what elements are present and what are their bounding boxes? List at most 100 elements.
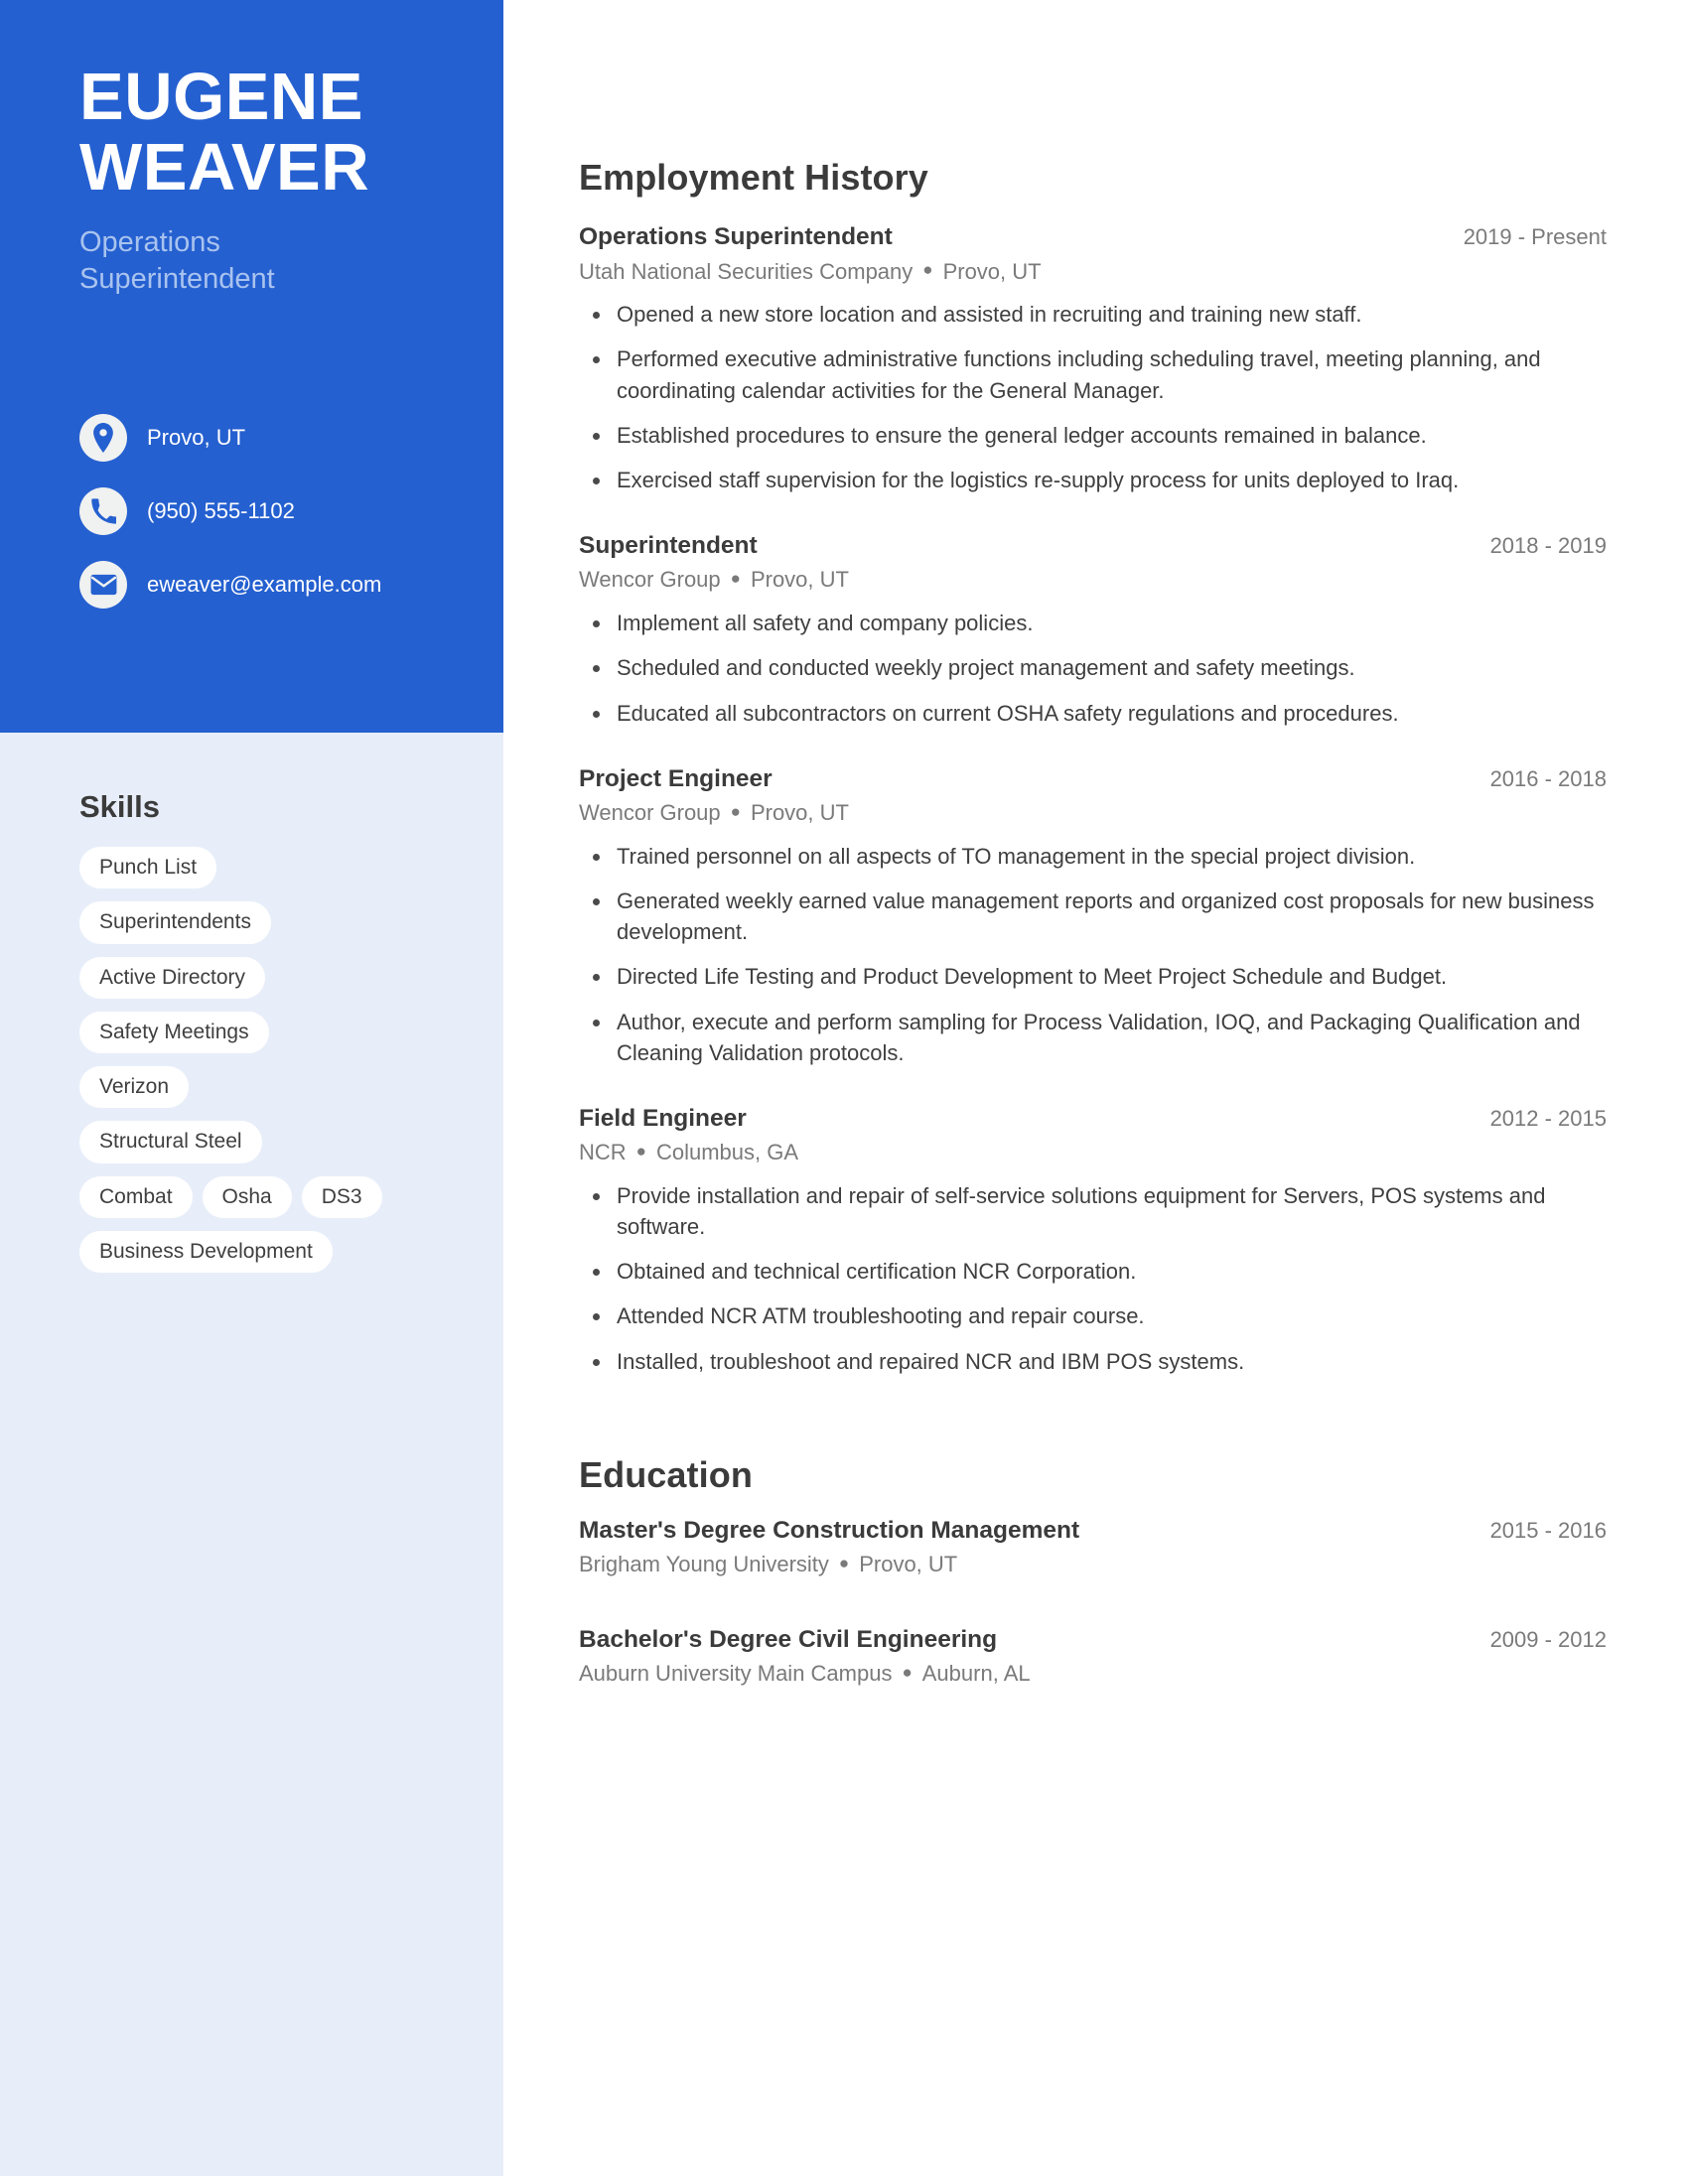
education-section: Education Master's Degree Construction M… <box>579 1454 1607 1689</box>
employment-entry-list: Operations Superintendent 2019 - Present U… <box>579 220 1607 1376</box>
education-entry: Bachelor's Degree Civil Engineering 2009 … <box>579 1623 1607 1689</box>
skill-row: Active Directory <box>79 956 487 999</box>
education-school-location: Brigham Young University ● Provo, UT <box>579 1550 1607 1579</box>
employment-location: Provo, UT <box>942 258 1042 284</box>
skill-chip[interactable]: Verizon <box>79 1066 190 1109</box>
envelope-icon <box>79 561 127 609</box>
skill-row: Punch List <box>79 847 487 889</box>
employment-bullet-list: Opened a new store location and assisted… <box>579 299 1607 495</box>
education-dates: 2015 - 2016 <box>1489 1518 1607 1544</box>
separator-dot-icon: ● <box>838 1554 850 1573</box>
employment-entry-header: Operations Superintendent 2019 - Present <box>579 220 1607 253</box>
skill-chip[interactable]: Active Directory <box>79 956 266 999</box>
employment-history-section: Employment History Operations Superinten… <box>579 157 1607 1377</box>
employment-entry: Field Engineer 2012 - 2015 NCR ● Columbus, G… <box>579 1102 1607 1377</box>
employment-bullet: Attended NCR ATM troubleshooting and rep… <box>579 1300 1607 1331</box>
employment-entry: Operations Superintendent 2019 - Present U… <box>579 220 1607 495</box>
contact-email[interactable]: eweaver@example.com <box>79 559 487 611</box>
employment-bullet: Established procedures to ensure the gen… <box>579 420 1607 451</box>
education-location: Auburn, AL <box>921 1661 1031 1687</box>
employment-company: Wencor Group <box>579 799 721 825</box>
employment-company-location: Wencor Group ● Provo, UT <box>579 565 1607 595</box>
separator-dot-icon: ● <box>922 260 933 280</box>
phone-icon <box>79 487 127 535</box>
employment-dates: 2012 - 2015 <box>1489 1106 1607 1131</box>
employment-location: Provo, UT <box>750 799 849 825</box>
separator-dot-icon: ● <box>902 1662 913 1682</box>
employment-entry: Superintendent 2018 - 2019 Wencor Group ● Pr… <box>579 529 1607 728</box>
skills-section: Skills Punch List Superintendents Active D… <box>79 789 487 1286</box>
employment-entry-header: Project Engineer 2016 - 2018 <box>579 762 1607 795</box>
employment-dates: 2018 - 2019 <box>1489 533 1607 559</box>
employment-bullet-list: Implement all safety and company policie… <box>579 608 1607 729</box>
contact-location-value: Provo, UT <box>147 424 246 450</box>
employment-company: NCR <box>579 1140 627 1165</box>
employment-bullet: Installed, troubleshoot and repaired NCR… <box>579 1346 1607 1377</box>
skill-row: Business Development <box>79 1230 487 1273</box>
education-degree: Bachelor's Degree Civil Engineering <box>579 1626 998 1654</box>
employment-dates: 2019 - Present <box>1463 224 1607 250</box>
last-name: WEAVER <box>79 130 370 205</box>
employment-bullet: Trained personnel on all aspects of TO m… <box>579 841 1607 872</box>
skill-row: Safety Meetings <box>79 1011 487 1053</box>
employment-bullet-list: Trained personnel on all aspects of TO m… <box>579 841 1607 1068</box>
skill-row: Structural Steel <box>79 1121 487 1163</box>
employment-bullet: Scheduled and conducted weekly project m… <box>579 652 1607 683</box>
education-degree: Master's Degree Construction Management <box>579 1517 1080 1545</box>
skill-chip[interactable]: Structural Steel <box>79 1121 262 1163</box>
first-name: EUGENE <box>79 60 363 134</box>
education-school: Auburn University Main Campus <box>579 1661 893 1687</box>
employment-bullet: Performed executive administrative funct… <box>579 343 1607 405</box>
skill-row: Superintendents <box>79 901 487 944</box>
education-school: Brigham Young University <box>579 1552 829 1577</box>
employment-dates: 2016 - 2018 <box>1489 765 1607 791</box>
contact-list: Provo, UT (950) 555-1102 eweaver@example… <box>79 412 487 632</box>
employment-company-location: NCR ● Columbus, GA <box>579 1138 1607 1167</box>
skill-chip-rows: Punch List Superintendents Active Director… <box>79 847 487 1273</box>
employment-bullet: Generated weekly earned value management… <box>579 886 1607 947</box>
employment-company-location: Utah National Securities Company ● Provo, … <box>579 257 1607 287</box>
education-entry-list: Master's Degree Construction Management 2… <box>579 1514 1607 1689</box>
skill-row: Verizon <box>79 1066 487 1109</box>
employment-bullet: Educated all subcontractors on current O… <box>579 698 1607 729</box>
name-block: EUGENE WEAVER Operations Superintendent <box>79 62 477 297</box>
employment-company: Utah National Securities Company <box>579 258 914 284</box>
skills-title: Skills <box>79 789 160 824</box>
employment-bullet: Provide installation and repair of self-… <box>579 1180 1607 1242</box>
employment-location: Columbus, GA <box>655 1140 799 1165</box>
employment-company: Wencor Group <box>579 567 721 593</box>
employment-entry: Project Engineer 2016 - 2018 Wencor Group ●… <box>579 762 1607 1068</box>
employment-role: Operations Superintendent <box>579 223 893 251</box>
employment-role: Field Engineer <box>579 1105 747 1132</box>
contact-email-value: eweaver@example.com <box>147 571 382 597</box>
employment-history-title: Employment History <box>579 157 928 198</box>
employment-role: Superintendent <box>579 532 758 560</box>
employment-role: Project Engineer <box>579 764 773 792</box>
skill-chip[interactable]: DS3 <box>301 1175 382 1218</box>
employment-entry-header: Superintendent 2018 - 2019 <box>579 529 1607 562</box>
location-pin-icon <box>79 414 127 462</box>
separator-dot-icon: ● <box>730 569 741 589</box>
education-entry: Master's Degree Construction Management 2… <box>579 1514 1607 1579</box>
employment-company-location: Wencor Group ● Provo, UT <box>579 798 1607 828</box>
employment-bullet: Obtained and technical certification NCR… <box>579 1256 1607 1287</box>
employment-bullet: Directed Life Testing and Product Develo… <box>579 961 1607 992</box>
education-school-location: Auburn University Main Campus ● Auburn, AL <box>579 1659 1607 1689</box>
headline-line-1: Operations <box>79 226 220 259</box>
employment-entry-header: Field Engineer 2012 - 2015 <box>579 1102 1607 1135</box>
main-column: Employment History Operations Superinten… <box>579 0 1607 1689</box>
contact-phone[interactable]: (950) 555-1102 <box>79 485 487 537</box>
contact-location[interactable]: Provo, UT <box>79 412 487 464</box>
skill-chip[interactable]: Osha <box>202 1175 292 1218</box>
skill-chip[interactable]: Combat <box>79 1175 193 1218</box>
skill-chip[interactable]: Business Development <box>79 1230 333 1273</box>
employment-location: Provo, UT <box>750 567 849 593</box>
skill-chip[interactable]: Superintendents <box>79 901 271 944</box>
sidebar: EUGENE WEAVER Operations Superintendent … <box>0 0 503 2176</box>
skill-chip[interactable]: Punch List <box>79 847 217 889</box>
employment-bullet: Opened a new store location and assisted… <box>579 299 1607 330</box>
employment-bullet: Author, execute and perform sampling for… <box>579 1007 1607 1068</box>
skill-chip[interactable]: Safety Meetings <box>79 1011 269 1053</box>
education-location: Provo, UT <box>859 1552 958 1577</box>
skill-row: Combat Osha DS3 <box>79 1175 487 1218</box>
